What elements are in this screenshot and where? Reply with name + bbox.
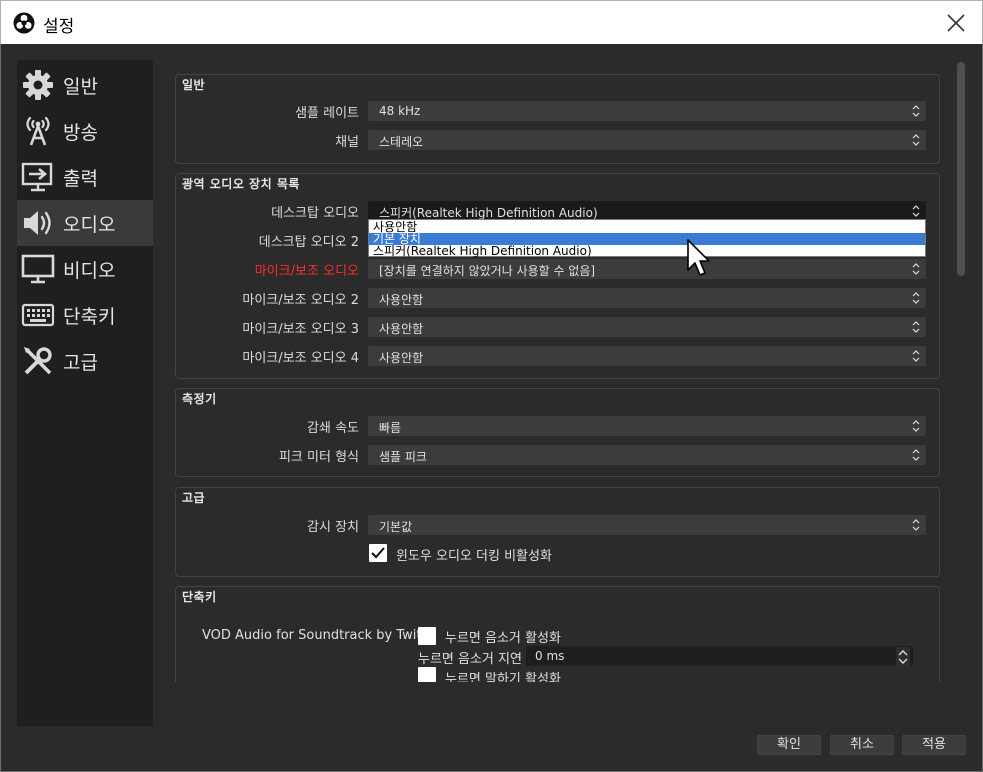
- decay-rate-label: 감쇄 속도: [307, 421, 359, 436]
- updown-icon: [912, 420, 920, 432]
- group-title: 광역 오디오 장치 목록: [182, 177, 300, 191]
- peak-meter-select[interactable]: 샘플 피크: [368, 445, 926, 465]
- mic-audio-2-select[interactable]: 사용안함: [368, 288, 926, 308]
- audio-settings-panel: 일반 샘플 레이트 48 kHz 채널 스테레오 광역 오디오 장치 목록 데스…: [161, 60, 951, 682]
- group-title: 고급: [182, 491, 206, 505]
- sidebar-item-label: 단축키: [63, 305, 116, 328]
- push-to-mute-delay-input[interactable]: 0 ms: [526, 646, 913, 667]
- push-to-talk-checkbox[interactable]: [418, 667, 436, 682]
- keyboard-icon: [21, 298, 55, 332]
- ducking-label: 윈도우 오디오 더킹 비활성화: [396, 549, 552, 564]
- speaker-icon: [21, 206, 55, 240]
- updown-icon: [912, 519, 920, 531]
- decay-rate-select[interactable]: 빠름: [368, 416, 926, 436]
- sidebar-item-stream[interactable]: 방송: [17, 108, 153, 154]
- hotkeys-group: 단축키 VOD Audio for Soundtrack by Twitch 누…: [175, 586, 940, 682]
- mouse-cursor-icon: [687, 239, 710, 276]
- updown-icon: [912, 205, 920, 217]
- tools-icon: [21, 344, 55, 378]
- updown-icon: [912, 292, 920, 304]
- channel-label: 채널: [335, 135, 359, 150]
- settings-sidebar: 일반 방송 출력 오디오 비디오 단축키 고급: [17, 60, 153, 726]
- broadcast-icon: [21, 114, 55, 148]
- updown-icon: [912, 263, 920, 275]
- push-to-mute-delay-label: 누르면 음소거 지연: [418, 652, 522, 667]
- mic-audio-label: 마이크/보조 오디오: [254, 264, 359, 279]
- peak-meter-label: 피크 미터 형식: [278, 450, 359, 465]
- window-title: 설정: [43, 17, 75, 37]
- sidebar-item-label: 출력: [63, 167, 98, 190]
- channel-select[interactable]: 스테레오: [368, 130, 926, 150]
- sidebar-item-label: 오디오: [63, 213, 116, 236]
- cancel-button[interactable]: 취소: [830, 735, 894, 755]
- sidebar-item-output[interactable]: 출력: [17, 154, 153, 200]
- spin-arrows-icon[interactable]: [896, 647, 910, 667]
- updown-icon: [912, 449, 920, 461]
- mic-audio-3-select[interactable]: 사용안함: [368, 317, 926, 337]
- meters-group: 측정기 감쇄 속도 빠름 피크 미터 형식 샘플 피크: [175, 388, 940, 477]
- dropdown-option-speaker[interactable]: 스피커(Realtek High Definition Audio): [369, 245, 925, 257]
- sidebar-item-audio[interactable]: 오디오: [17, 200, 153, 246]
- push-to-mute-checkbox[interactable]: [418, 627, 436, 645]
- desktop-audio-select[interactable]: 스피커(Realtek High Definition Audio): [368, 201, 926, 221]
- close-icon[interactable]: [944, 11, 968, 35]
- updown-icon: [912, 321, 920, 333]
- obs-logo-icon: [13, 12, 35, 34]
- updown-icon: [912, 105, 920, 117]
- sidebar-item-video[interactable]: 비디오: [17, 246, 153, 292]
- hotkey-source-label: VOD Audio for Soundtrack by Twitch: [202, 628, 437, 643]
- advanced-group: 고급 감시 장치 기본값 윈도우 오디오 더킹 비활성화: [175, 487, 940, 577]
- group-title: 일반: [182, 78, 206, 92]
- desktop-audio-label: 데스크탑 오디오: [271, 206, 359, 221]
- mic-audio-4-label: 마이크/보조 오디오 4: [242, 351, 359, 366]
- mic-audio-4-select[interactable]: 사용안함: [368, 346, 926, 366]
- group-title: 단축키: [182, 590, 217, 604]
- ducking-checkbox[interactable]: [369, 544, 387, 562]
- sidebar-item-label: 방송: [63, 121, 98, 144]
- sidebar-item-general[interactable]: 일반: [17, 62, 153, 108]
- settings-scrollbar[interactable]: [955, 60, 967, 682]
- desktop-audio-2-label: 데스크탑 오디오 2: [258, 235, 359, 250]
- group-title: 측정기: [182, 392, 217, 406]
- mic-audio-select[interactable]: [장치를 연결하지 않았거나 사용할 수 없음]: [368, 259, 926, 279]
- updown-icon: [912, 350, 920, 362]
- checkmark-icon: [371, 547, 385, 559]
- sidebar-item-label: 일반: [63, 75, 98, 98]
- scrollbar-thumb[interactable]: [957, 62, 965, 276]
- sidebar-item-advanced[interactable]: 고급: [17, 338, 153, 384]
- gear-icon: [21, 68, 55, 102]
- mic-audio-3-label: 마이크/보조 오디오 3: [242, 322, 359, 337]
- dropdown-option-disabled[interactable]: 사용안함: [369, 221, 925, 233]
- updown-icon: [912, 134, 920, 146]
- sidebar-item-label: 고급: [63, 351, 98, 374]
- monitor-icon: [21, 252, 55, 286]
- title-bar: 설정: [0, 0, 983, 44]
- settings-window: 일반 방송 출력 오디오 비디오 단축키 고급 일반 샘플 레이트 48 kHz…: [0, 44, 983, 772]
- output-icon: [21, 160, 55, 194]
- general-group: 일반 샘플 레이트 48 kHz 채널 스테레오: [175, 74, 940, 164]
- sidebar-item-hotkeys[interactable]: 단축키: [17, 292, 153, 338]
- sidebar-item-label: 비디오: [63, 259, 116, 282]
- desktop-audio-dropdown: 사용안함 기본 장치 스피커(Realtek High Definition A…: [368, 219, 926, 257]
- monitoring-device-select[interactable]: 기본값: [368, 515, 926, 535]
- ok-button[interactable]: 확인: [757, 735, 821, 755]
- sample-rate-label: 샘플 레이트: [295, 106, 359, 121]
- mic-audio-2-label: 마이크/보조 오디오 2: [242, 293, 359, 308]
- push-to-mute-label: 누르면 음소거 활성화: [445, 631, 561, 646]
- apply-button[interactable]: 적용: [902, 735, 966, 755]
- push-to-talk-label: 누르면 말하기 활성화: [445, 672, 561, 682]
- monitoring-device-label: 감시 장치: [307, 520, 359, 535]
- sample-rate-select[interactable]: 48 kHz: [368, 101, 926, 121]
- global-audio-devices-group: 광역 오디오 장치 목록 데스크탑 오디오 스피커(Realtek High D…: [175, 173, 940, 379]
